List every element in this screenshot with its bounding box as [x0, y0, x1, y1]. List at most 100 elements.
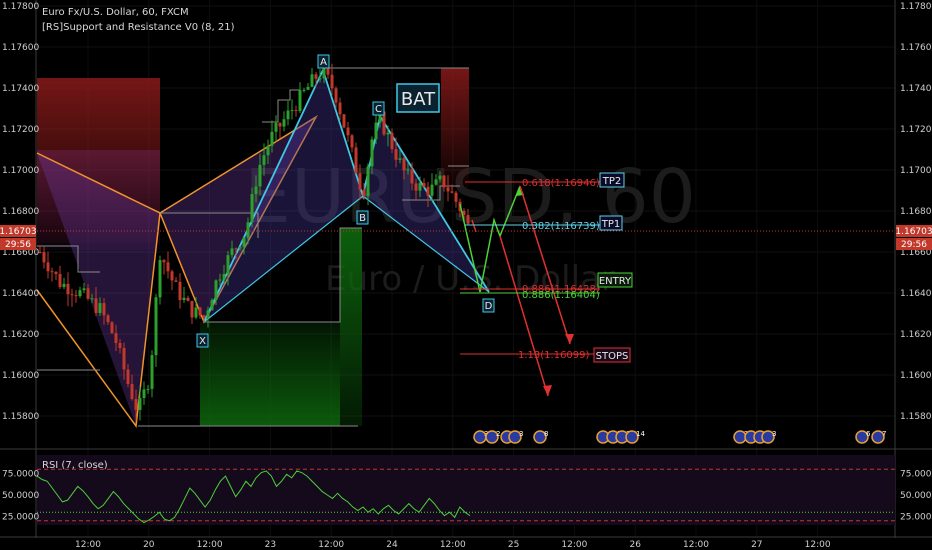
- time-tick: 12:00: [75, 540, 101, 550]
- candle-body: [238, 247, 242, 249]
- candle-body: [210, 300, 214, 311]
- countdown-left: 29:56: [5, 240, 31, 250]
- tp1-tag: TP1: [601, 219, 621, 230]
- candle-body: [202, 315, 206, 318]
- event-count: 7: [882, 430, 886, 438]
- candle-body: [178, 281, 182, 301]
- price-tick-left: 1.17400: [2, 84, 39, 94]
- price-tick-left: 1.16000: [2, 371, 39, 381]
- candle-body: [258, 164, 262, 187]
- price-tick-right: 1.16800: [900, 207, 932, 217]
- candle-body: [334, 88, 338, 103]
- candle-body: [122, 347, 126, 370]
- candle-body: [430, 184, 434, 196]
- event-count: 6: [866, 430, 871, 438]
- time-tick: 24: [386, 540, 398, 550]
- candle-body: [90, 298, 94, 300]
- rsi-tick-left: 25.0000: [2, 513, 39, 523]
- candle-body: [182, 297, 186, 301]
- price-tag-right-value: 1.16703: [895, 227, 932, 237]
- time-tick: 12:00: [561, 540, 587, 550]
- candle-body: [62, 283, 66, 288]
- resistance-zone-right: [441, 68, 469, 188]
- candle-body: [274, 123, 278, 132]
- candle-body: [174, 280, 178, 282]
- candle-body: [282, 119, 286, 127]
- candle-body: [170, 271, 174, 281]
- candle-body: [86, 288, 90, 299]
- candle-body: [454, 192, 458, 202]
- bat-title: BAT: [401, 89, 436, 110]
- point-a-label: A: [320, 57, 327, 68]
- price-tick-left: 1.17800: [2, 2, 39, 12]
- point-c-label: C: [375, 104, 382, 115]
- candle-body: [218, 279, 222, 281]
- candle-body: [306, 86, 310, 90]
- candle-body: [134, 398, 138, 410]
- candle-body: [126, 369, 130, 385]
- candle-body: [466, 214, 470, 224]
- countdown-right: 29:56: [901, 240, 927, 250]
- price-tick-right: 1.17400: [900, 84, 932, 94]
- candle-body: [190, 300, 194, 318]
- price-tick-right: 1.16200: [900, 330, 932, 340]
- price-tick-left: 1.16200: [2, 330, 39, 340]
- candle-body: [118, 343, 122, 348]
- rsi-tick-left: 50.0000: [2, 491, 39, 501]
- time-tick: 27: [751, 540, 762, 550]
- candle-body: [222, 274, 226, 280]
- time-tick: 25: [508, 540, 519, 550]
- candle-body: [386, 132, 390, 135]
- candle-body: [206, 310, 210, 318]
- candle-body: [398, 158, 402, 160]
- candle-body: [406, 169, 410, 171]
- candle-body: [42, 252, 46, 263]
- candle-body: [162, 260, 166, 263]
- candle-body: [102, 303, 106, 316]
- candle-body: [434, 179, 438, 185]
- candle-body: [110, 322, 114, 334]
- event-count: 3: [772, 430, 776, 438]
- symbol-title: Euro Fx/U.S. Dollar, 60, FXCM: [42, 7, 189, 18]
- stops-tag: STOPS: [596, 351, 629, 362]
- event-count: 14: [636, 430, 645, 438]
- price-tick-left: 1.17200: [2, 125, 39, 135]
- candle-body: [410, 169, 414, 184]
- candle-body: [438, 175, 442, 180]
- candle-body: [354, 147, 358, 174]
- price-tick-right: 1.16000: [900, 371, 932, 381]
- time-tick: 12:00: [805, 540, 831, 550]
- candle-body: [198, 307, 202, 316]
- candle-body: [362, 189, 366, 197]
- rsi-pane: RSI (7, close) 75.0000 50.0000 25.0000 75.0…: [2, 455, 932, 525]
- candle-body: [442, 175, 446, 188]
- candle-body: [346, 127, 350, 136]
- candle-body: [374, 122, 378, 140]
- candle-body: [130, 384, 134, 399]
- rsi-tick-right: 25.0000: [900, 513, 932, 523]
- candle-body: [302, 89, 306, 91]
- candle-body: [414, 183, 418, 191]
- candle-body: [370, 139, 374, 167]
- candle-body: [418, 183, 422, 191]
- price-tick-left: 1.16400: [2, 289, 39, 299]
- candle-body: [266, 145, 270, 156]
- candle-body: [50, 271, 54, 273]
- candle-body: [54, 271, 58, 275]
- point-d-label: D: [485, 301, 493, 312]
- candle-body: [94, 298, 98, 314]
- price-tick-left: 1.17000: [2, 166, 39, 176]
- candle-body: [402, 158, 406, 171]
- time-tick: 12:00: [440, 540, 466, 550]
- time-tick: 12:00: [318, 540, 344, 550]
- candle-body: [422, 183, 426, 187]
- price-tick-right: 1.17200: [900, 125, 932, 135]
- candle-body: [254, 186, 258, 195]
- candle-body: [150, 355, 154, 389]
- candle-body: [66, 283, 70, 295]
- candle-body: [450, 191, 454, 193]
- price-tick-right: 1.15800: [900, 412, 932, 422]
- candle-body: [114, 333, 118, 344]
- candle-body: [294, 110, 298, 112]
- price-tick-right: 1.17600: [900, 43, 932, 53]
